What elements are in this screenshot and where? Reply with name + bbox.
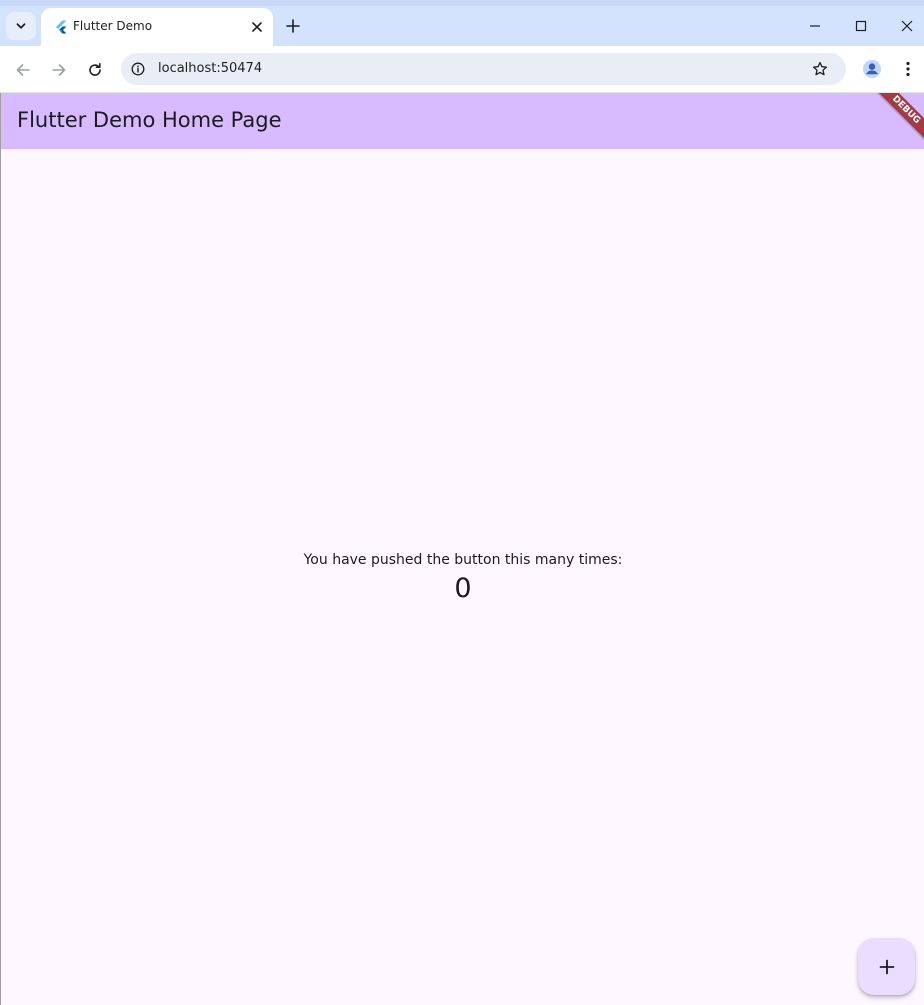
- flutter-icon: [56, 20, 67, 34]
- browser-tab[interactable]: Flutter Demo: [41, 8, 273, 46]
- browser-menu-button[interactable]: [896, 56, 920, 82]
- bookmark-button[interactable]: [810, 59, 830, 79]
- reload-icon: [89, 63, 101, 76]
- app-bar: Flutter Demo Home Page: [1, 93, 924, 149]
- info-icon: [131, 62, 145, 76]
- star-icon: [812, 61, 828, 76]
- maximize-icon: [855, 20, 867, 32]
- tab-title: Flutter Demo: [73, 19, 153, 33]
- reload-button[interactable]: [81, 56, 109, 84]
- browser-titlebar: Flutter Demo: [0, 0, 924, 46]
- minimize-button[interactable]: [801, 12, 829, 40]
- close-icon: [901, 20, 913, 32]
- close-icon: [252, 22, 262, 32]
- arrow-left-icon: [16, 64, 30, 76]
- more-vert-icon: [906, 61, 910, 77]
- site-info-button[interactable]: [129, 60, 147, 78]
- window-close-button[interactable]: [893, 12, 921, 40]
- address-bar[interactable]: localhost:50474: [121, 53, 846, 85]
- tab-close-button[interactable]: [247, 17, 267, 37]
- counter-message: You have pushed the button this many tim…: [303, 552, 623, 568]
- forward-button[interactable]: [45, 56, 73, 84]
- flutter-app: Flutter Demo Home Page DEBUG You have pu…: [0, 93, 924, 1005]
- plus-icon: [879, 959, 894, 974]
- profile-button[interactable]: [859, 56, 885, 82]
- increment-button[interactable]: [858, 938, 915, 995]
- counter-value: 0: [454, 573, 472, 604]
- back-button[interactable]: [9, 56, 37, 84]
- address-url[interactable]: localhost:50474: [158, 61, 262, 76]
- person-icon: [863, 60, 881, 78]
- plus-icon: [286, 19, 300, 33]
- page-title: Flutter Demo Home Page: [17, 108, 282, 132]
- chevron-down-icon: [16, 23, 26, 29]
- arrow-right-icon: [52, 64, 66, 76]
- titlebar-edge: [0, 0, 924, 6]
- tab-search-button[interactable]: [6, 12, 36, 40]
- minimize-icon: [810, 25, 820, 27]
- new-tab-button[interactable]: [281, 14, 305, 38]
- browser-toolbar: localhost:50474: [0, 46, 924, 93]
- maximize-button[interactable]: [847, 12, 875, 40]
